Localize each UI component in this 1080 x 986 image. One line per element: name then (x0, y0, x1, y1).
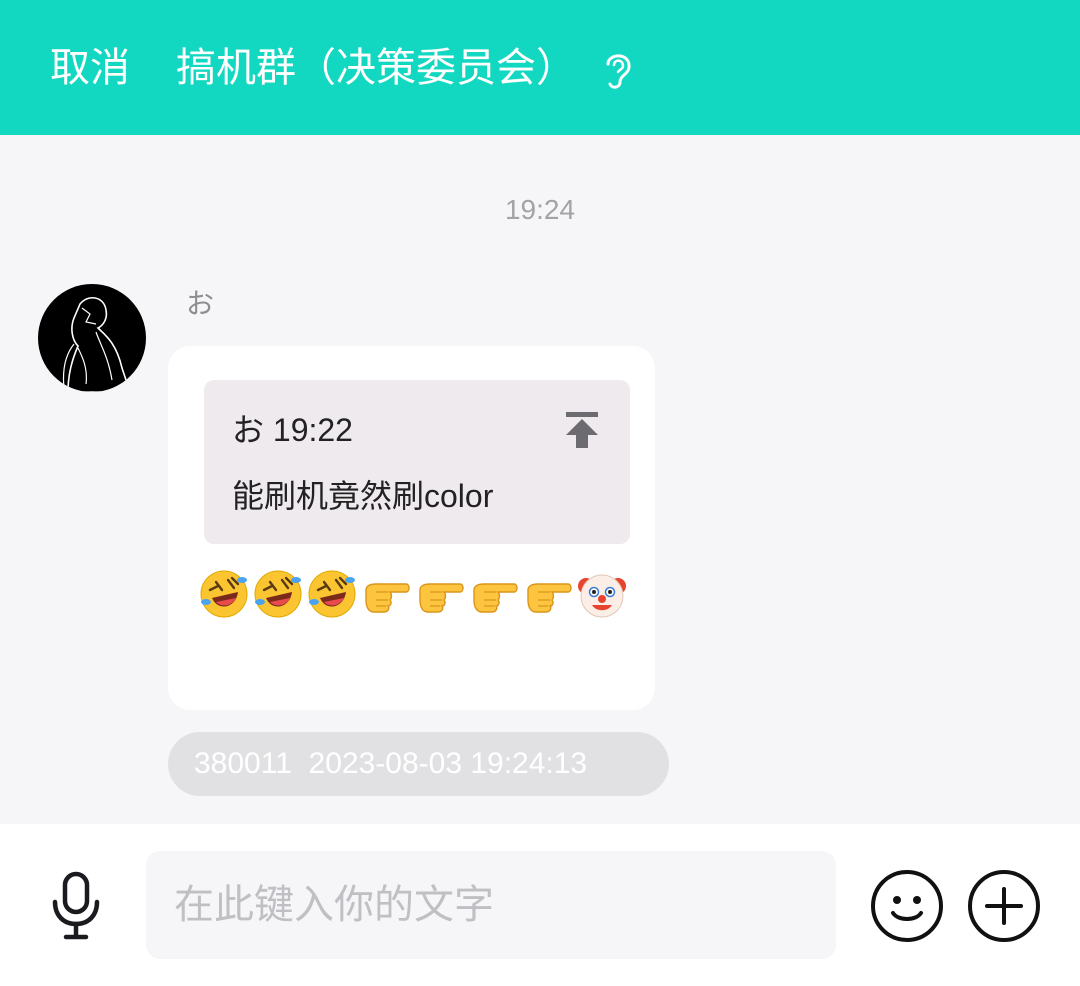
sender-name: お (186, 288, 215, 319)
pointing-hand-icon (473, 583, 518, 613)
message-input[interactable] (146, 851, 836, 959)
chat-timestamp: 19:24 (504, 194, 576, 225)
pointing-hand-icon (365, 583, 410, 613)
plus-icon[interactable] (967, 869, 1041, 943)
ear-icon[interactable] (600, 48, 636, 92)
microphone-icon[interactable] (46, 870, 106, 942)
smile-icon[interactable] (870, 869, 944, 943)
message-meta: 380011 2023-08-03 19:24:13 (168, 732, 669, 796)
quote-header: お 19:22 (232, 412, 353, 448)
rofl-emoji-icon (200, 570, 248, 618)
message-bubble[interactable]: お 19:22 能刷机竟然刷color (168, 346, 655, 710)
rofl-emoji-icon (308, 570, 356, 618)
rofl-emoji-icon (254, 570, 302, 618)
quoted-message[interactable]: お 19:22 能刷机竟然刷color (204, 380, 630, 544)
quote-text: 能刷机竟然刷color (232, 478, 494, 514)
pointing-hand-icon (419, 583, 464, 613)
avatar[interactable] (38, 284, 146, 392)
cancel-button[interactable]: 取消 (50, 38, 130, 98)
pin-to-top-icon[interactable] (564, 410, 600, 450)
composer-bar (0, 824, 1080, 986)
clown-face-icon (578, 574, 626, 618)
pointing-hand-icon (527, 583, 572, 613)
chat-title: 搞机群（决策委员会） (176, 46, 576, 90)
emoji-row (198, 568, 628, 624)
header-bar: 取消 搞机群（决策委员会） (0, 0, 1080, 135)
